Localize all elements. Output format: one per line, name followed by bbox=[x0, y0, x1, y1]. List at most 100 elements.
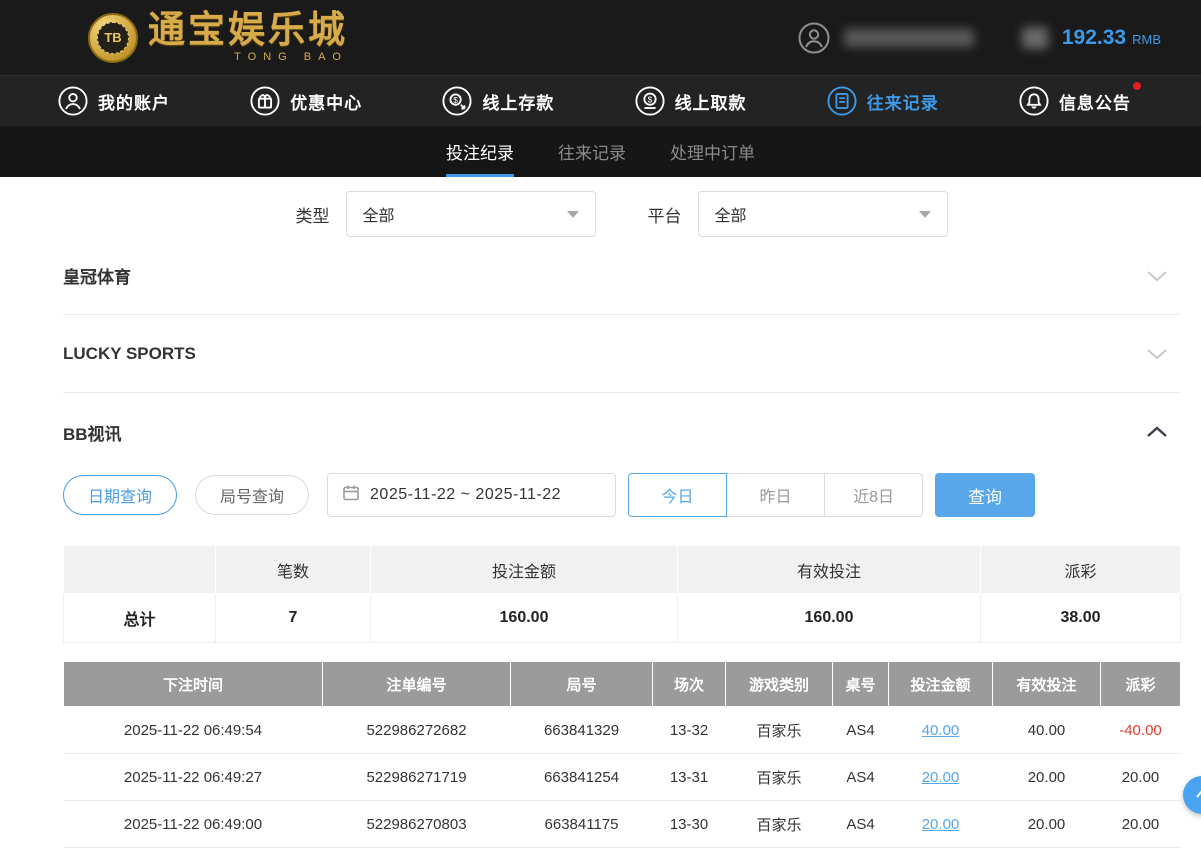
balance-amount: 192.33 bbox=[1062, 26, 1126, 50]
site-logo[interactable]: TB 通宝娱乐城 TONG BAO bbox=[88, 12, 348, 63]
total-label: 总计 bbox=[64, 594, 216, 643]
cell-table-no: AS4 bbox=[833, 707, 889, 754]
calendar-icon bbox=[342, 484, 360, 507]
cell-game-type: 百家乐 bbox=[726, 707, 833, 754]
cell-table-no: AS4 bbox=[833, 801, 889, 848]
col-header: 派彩 bbox=[1101, 662, 1181, 707]
username-redacted bbox=[844, 29, 974, 47]
quick-date-group: 今日 昨日 近8日 bbox=[628, 473, 923, 517]
date-query-button[interactable]: 日期查询 bbox=[63, 475, 177, 515]
balance-currency: RMB bbox=[1132, 32, 1161, 47]
cell-bet-time: 2025-11-22 06:49:27 bbox=[64, 754, 323, 801]
cell-valid-bet: 20.00 bbox=[993, 801, 1101, 848]
col-header: 场次 bbox=[653, 662, 726, 707]
nav-item-withdraw[interactable]: $ 线上取款 bbox=[635, 86, 747, 116]
col-header: 笔数 bbox=[216, 546, 371, 594]
table-row: 2025-11-22 06:49:27 522986271719 6638412… bbox=[64, 754, 1181, 801]
cell-payout: -40.00 bbox=[1101, 707, 1181, 754]
tab-transaction-records[interactable]: 往来记录 bbox=[558, 126, 626, 177]
gift-icon bbox=[250, 86, 280, 116]
col-header: 投注金额 bbox=[889, 662, 993, 707]
coin-logo-icon: TB bbox=[88, 13, 138, 63]
table-row: 2025-11-22 06:49:54 522986272682 6638413… bbox=[64, 707, 1181, 754]
total-payout: 38.00 bbox=[981, 594, 1181, 643]
col-header: 派彩 bbox=[981, 546, 1181, 594]
filter-bar: 类型 全部 平台 全部 bbox=[63, 191, 1180, 237]
quick-yesterday-button[interactable]: 昨日 bbox=[726, 473, 825, 517]
nav-item-deposit[interactable]: $ 线上存款 bbox=[442, 86, 554, 116]
coin-logo-text: TB bbox=[97, 22, 129, 54]
nav-label: 线上取款 bbox=[675, 89, 747, 114]
date-range-value: 2025-11-22 ~ 2025-11-22 bbox=[370, 486, 561, 504]
nav-item-my-account[interactable]: 我的账户 bbox=[58, 86, 170, 116]
page: TB 通宝娱乐城 TONG BAO 192.33 RMB bbox=[0, 0, 1201, 858]
table-row: 2025-11-22 06:49:00 522986270803 6638411… bbox=[64, 801, 1181, 848]
tab-processing-orders[interactable]: 处理中订单 bbox=[670, 126, 755, 177]
type-select[interactable]: 全部 bbox=[346, 191, 596, 237]
col-header: 下注时间 bbox=[64, 662, 323, 707]
section-title: 皇冠体育 bbox=[63, 263, 131, 288]
cell-payout: 20.00 bbox=[1101, 754, 1181, 801]
cell-bet-id: 522986270803 bbox=[323, 801, 511, 848]
svg-text:$: $ bbox=[647, 94, 652, 104]
section-crown-sports[interactable]: 皇冠体育 bbox=[63, 237, 1180, 315]
notification-badge bbox=[1133, 82, 1141, 90]
col-header: 局号 bbox=[511, 662, 653, 707]
detail-table: 下注时间 注单编号 局号 场次 游戏类别 桌号 投注金额 有效投注 派彩 202… bbox=[63, 661, 1181, 848]
cell-session: 13-30 bbox=[653, 801, 726, 848]
cell-valid-bet: 40.00 bbox=[993, 707, 1101, 754]
type-filter-label: 类型 bbox=[296, 202, 330, 227]
user-icon bbox=[58, 86, 88, 116]
col-header: 注单编号 bbox=[323, 662, 511, 707]
cell-valid-bet: 20.00 bbox=[993, 754, 1101, 801]
chevron-up-icon bbox=[1146, 425, 1168, 439]
logo-title: 通宝娱乐城 bbox=[148, 12, 348, 49]
cell-payout: 20.00 bbox=[1101, 801, 1181, 848]
nav-label: 线上存款 bbox=[482, 89, 554, 114]
round-query-button[interactable]: 局号查询 bbox=[195, 475, 309, 515]
section-lucky-sports[interactable]: LUCKY SPORTS bbox=[63, 315, 1180, 393]
col-header bbox=[64, 546, 216, 594]
section-bb-live[interactable]: BB视讯 bbox=[63, 393, 1180, 471]
cell-bet-time: 2025-11-22 06:49:54 bbox=[64, 707, 323, 754]
col-header: 投注金额 bbox=[371, 546, 678, 594]
search-button[interactable]: 查询 bbox=[935, 473, 1035, 517]
tab-betting-records[interactable]: 投注纪录 bbox=[446, 126, 514, 177]
withdraw-icon: $ bbox=[635, 86, 665, 116]
cell-game-type: 百家乐 bbox=[726, 754, 833, 801]
nav-item-transaction-records[interactable]: 往来记录 bbox=[827, 86, 939, 116]
total-count: 7 bbox=[216, 594, 371, 643]
col-header: 有效投注 bbox=[678, 546, 981, 594]
bet-amount-link[interactable]: 20.00 bbox=[922, 816, 960, 833]
quick-last8days-button[interactable]: 近8日 bbox=[824, 473, 923, 517]
main-content: 类型 全部 平台 全部 皇冠体育 LUCKY SPORTS bbox=[0, 191, 1201, 848]
cell-round: 663841254 bbox=[511, 754, 653, 801]
chevron-down-icon bbox=[1146, 347, 1168, 361]
chevron-down-icon bbox=[567, 211, 579, 218]
summary-total-row: 总计 7 160.00 160.00 38.00 bbox=[64, 594, 1181, 643]
record-tabs: 投注纪录 往来记录 处理中订单 bbox=[0, 126, 1201, 177]
cell-session: 13-32 bbox=[653, 707, 726, 754]
bet-amount-link[interactable]: 40.00 bbox=[922, 722, 960, 739]
col-header: 游戏类别 bbox=[726, 662, 833, 707]
platform-filter-label: 平台 bbox=[648, 202, 682, 227]
section-title: BB视讯 bbox=[63, 420, 122, 445]
col-header: 桌号 bbox=[833, 662, 889, 707]
quick-today-button[interactable]: 今日 bbox=[628, 473, 727, 517]
bet-amount-link[interactable]: 20.00 bbox=[922, 769, 960, 786]
nav-item-announcements[interactable]: 信息公告 bbox=[1019, 86, 1131, 116]
platform-select[interactable]: 全部 bbox=[698, 191, 948, 237]
nav-label: 我的账户 bbox=[98, 89, 170, 114]
chevron-down-icon bbox=[919, 211, 931, 218]
section-title: LUCKY SPORTS bbox=[63, 344, 196, 364]
nav-label: 优惠中心 bbox=[290, 89, 362, 114]
platform-select-value: 全部 bbox=[715, 202, 747, 226]
nav-label: 信息公告 bbox=[1059, 89, 1131, 114]
balance[interactable]: 192.33 RMB bbox=[1062, 26, 1161, 50]
logo-subtitle: TONG BAO bbox=[148, 51, 348, 63]
cell-bet-id: 522986272682 bbox=[323, 707, 511, 754]
date-range-picker[interactable]: 2025-11-22 ~ 2025-11-22 bbox=[327, 473, 616, 517]
nav-item-promotions[interactable]: 优惠中心 bbox=[250, 86, 362, 116]
total-bet-amount: 160.00 bbox=[371, 594, 678, 643]
cell-round: 663841329 bbox=[511, 707, 653, 754]
